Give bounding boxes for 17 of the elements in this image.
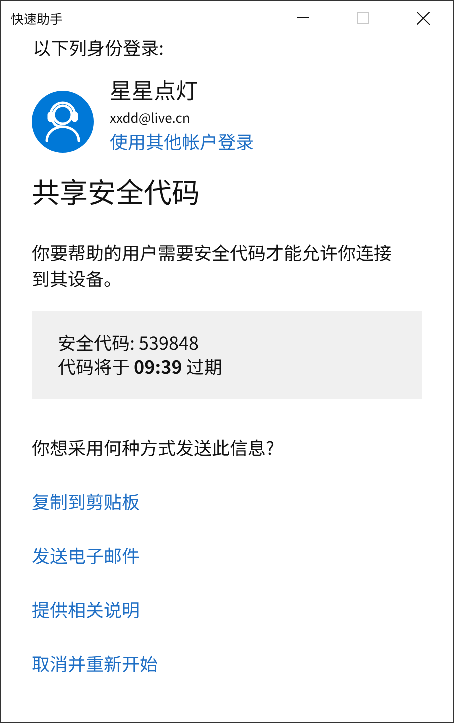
switch-account-link[interactable]: 使用其他帐户登录: [110, 129, 254, 155]
action-link[interactable]: 复制到剪贴板: [32, 489, 140, 515]
maximize-icon: [357, 12, 369, 24]
expiry-text: 代码将于 09:39 过期: [58, 355, 224, 379]
user-email: xxdd@live.cn: [110, 107, 190, 129]
close-icon: [416, 12, 430, 24]
window-title: 快速助手: [11, 8, 64, 28]
question-text: 你想采用何种方式发送此信息?: [32, 435, 275, 461]
action-link[interactable]: 提供相关说明: [32, 597, 140, 623]
description-text: 你要帮助的用户需要安全代码才能允许你连接到其设备。: [32, 240, 393, 292]
user-name: 星星点灯: [110, 75, 198, 105]
security-code: 安全代码: 539848: [58, 331, 200, 355]
action-link[interactable]: 取消并重新开始: [32, 651, 158, 677]
avatar-icon: [32, 91, 94, 153]
signin-label: 以下列身份登录:: [33, 35, 164, 61]
action-link[interactable]: 发送电子邮件: [32, 543, 140, 569]
page-heading: 共享安全代码: [32, 173, 200, 211]
